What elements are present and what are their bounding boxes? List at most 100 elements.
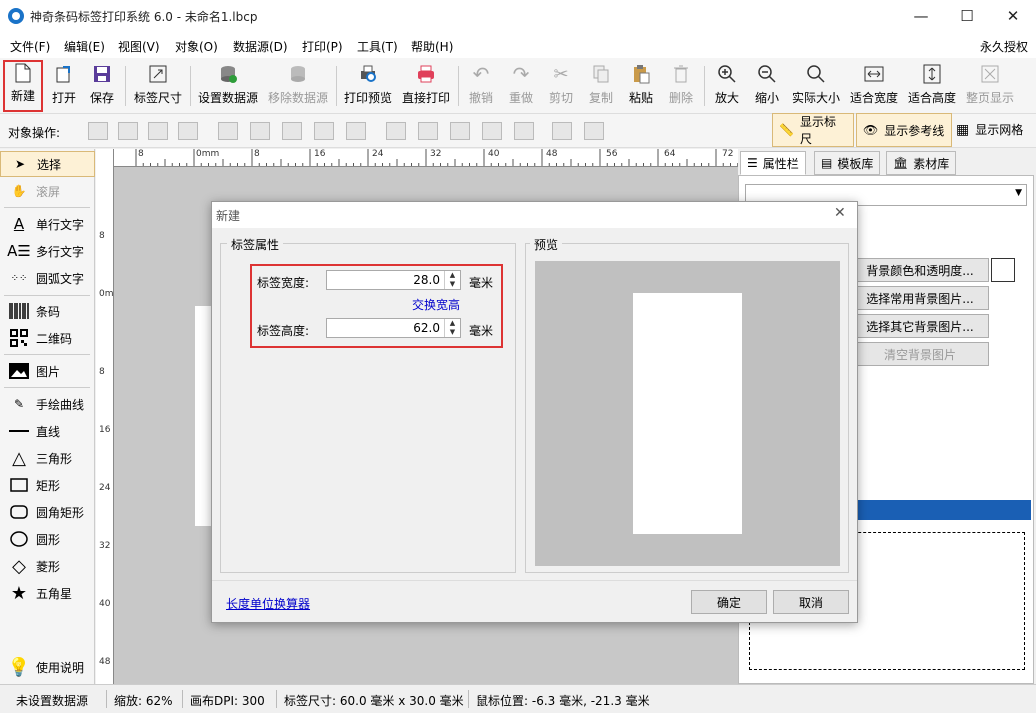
tab-assets[interactable]: 🏛 素材库 bbox=[886, 151, 957, 175]
ruler-left-label: 16 bbox=[99, 425, 111, 435]
group-icon[interactable] bbox=[552, 122, 572, 140]
barcode-icon bbox=[8, 301, 30, 321]
distribute-h-icon[interactable] bbox=[346, 122, 366, 140]
tool-line[interactable]: 直线 bbox=[0, 418, 95, 444]
redo-icon: ↷ bbox=[512, 62, 530, 86]
museum-icon: 🏛 bbox=[893, 156, 909, 170]
fit-width-button[interactable]: 适合宽度 bbox=[848, 60, 900, 112]
bg-color-swatch[interactable] bbox=[991, 258, 1015, 282]
list-icon: ☰ bbox=[747, 156, 758, 170]
same-height-icon[interactable] bbox=[482, 122, 502, 140]
tool-freehand[interactable]: ✎ 手绘曲线 bbox=[0, 391, 95, 417]
license-label: 永久授权 bbox=[980, 40, 1029, 54]
delete-button[interactable]: 删除 bbox=[664, 60, 698, 112]
distribute-v-icon[interactable] bbox=[514, 122, 534, 140]
paste-button[interactable]: 粘贴 bbox=[624, 60, 658, 112]
tool-scroll[interactable]: ✋ 滚屏 bbox=[0, 178, 95, 204]
menu-object[interactable]: 对象(O) bbox=[175, 38, 218, 55]
tab-templates[interactable]: ▤ 模板库 bbox=[814, 151, 881, 175]
menu-edit[interactable]: 编辑(E) bbox=[64, 38, 105, 55]
other-bg-image-button[interactable]: 选择其它背景图片... bbox=[851, 314, 989, 338]
help-button[interactable]: 💡 使用说明 bbox=[0, 654, 95, 680]
show-grid-toggle[interactable]: ▦ 显示网格 bbox=[956, 121, 1023, 138]
new-label: 新建 bbox=[10, 89, 35, 103]
show-guides-toggle[interactable]: 👁 显示参考线 bbox=[856, 113, 952, 147]
tool-qrcode[interactable]: 二维码 bbox=[0, 325, 95, 351]
menu-view[interactable]: 视图(V) bbox=[118, 38, 160, 55]
align-middle-icon[interactable] bbox=[418, 122, 438, 140]
width-input[interactable]: 28.0 ▲ ▼ bbox=[326, 270, 461, 290]
align-left-icon[interactable] bbox=[218, 122, 238, 140]
tool-round-rect[interactable]: 圆角矩形 bbox=[0, 499, 95, 525]
tool-triangle[interactable]: △ 三角形 bbox=[0, 445, 95, 471]
layer-bottom-icon[interactable] bbox=[178, 122, 198, 140]
tool-arc-text[interactable]: ⁘⁘ 圆弧文字 bbox=[0, 265, 95, 291]
height-spinner-icon[interactable]: ▲ ▼ bbox=[444, 319, 460, 337]
menu-tools[interactable]: 工具(T) bbox=[357, 38, 398, 55]
menu-file[interactable]: 文件(F) bbox=[10, 38, 50, 55]
dialog-close-icon[interactable]: ✕ bbox=[834, 205, 846, 221]
ruler-left-label: 8 bbox=[99, 367, 105, 377]
ok-button[interactable]: 确定 bbox=[691, 590, 767, 614]
paste-label: 粘贴 bbox=[628, 91, 653, 105]
actual-size-button[interactable]: 实际大小 bbox=[790, 60, 842, 112]
layer-up-icon[interactable] bbox=[118, 122, 138, 140]
clear-bg-image-button[interactable]: 清空背景图片 bbox=[851, 342, 989, 366]
same-width-icon[interactable] bbox=[314, 122, 334, 140]
show-ruler-toggle[interactable]: 📏 显示标尺 bbox=[772, 113, 854, 147]
object-ops-label: 对象操作: bbox=[8, 126, 61, 140]
fit-height-button[interactable]: 适合高度 bbox=[906, 60, 958, 112]
minimize-icon[interactable]: — bbox=[898, 0, 944, 32]
align-right-icon[interactable] bbox=[282, 122, 302, 140]
print-preview-button[interactable]: 打印预览 bbox=[342, 60, 394, 112]
cancel-button[interactable]: 取消 bbox=[773, 590, 849, 614]
tool-select[interactable]: ➤ 选择 bbox=[0, 151, 95, 177]
zoom-out-button[interactable]: 缩小 bbox=[750, 60, 784, 112]
unit-converter-link[interactable]: 长度单位换算器 bbox=[226, 595, 310, 612]
align-center-icon[interactable] bbox=[250, 122, 270, 140]
maximize-icon[interactable]: ☐ bbox=[944, 0, 990, 32]
circle-icon bbox=[8, 529, 30, 549]
remove-datasource-button[interactable]: 移除数据源 bbox=[266, 60, 330, 112]
dialog-title-bar: 新建 ✕ bbox=[212, 202, 857, 228]
tool-barcode[interactable]: 条码 bbox=[0, 298, 95, 324]
menu-print[interactable]: 打印(P) bbox=[302, 38, 343, 55]
close-icon[interactable]: ✕ bbox=[990, 0, 1036, 32]
cut-button[interactable]: ✂ 剪切 bbox=[544, 60, 578, 112]
tool-multi-text[interactable]: A☰ 多行文字 bbox=[0, 238, 95, 264]
status-label-size: 标签尺寸: 60.0 毫米 x 30.0 毫米 bbox=[284, 694, 464, 708]
tool-single-text[interactable]: A 单行文字 bbox=[0, 211, 95, 237]
tool-star[interactable]: ★ 五角星 bbox=[0, 580, 95, 606]
tool-image[interactable]: 图片 bbox=[0, 358, 95, 384]
new-button[interactable]: 新建 bbox=[3, 60, 43, 112]
align-bottom-icon[interactable] bbox=[450, 122, 470, 140]
delete-label: 删除 bbox=[668, 91, 693, 105]
menu-datasource[interactable]: 数据源(D) bbox=[233, 38, 288, 55]
layer-top-icon[interactable] bbox=[88, 122, 108, 140]
swap-dimensions-link[interactable]: 交换宽高 bbox=[412, 296, 460, 313]
tool-rectangle[interactable]: 矩形 bbox=[0, 472, 95, 498]
open-button[interactable]: 打开 bbox=[48, 60, 80, 112]
common-bg-image-button[interactable]: 选择常用背景图片... bbox=[851, 286, 989, 310]
copy-button[interactable]: 复制 bbox=[584, 60, 618, 112]
menu-help[interactable]: 帮助(H) bbox=[411, 38, 453, 55]
height-input[interactable]: 62.0 ▲ ▼ bbox=[326, 318, 461, 338]
new-file-icon bbox=[12, 62, 34, 83]
full-page-button[interactable]: 整页显示 bbox=[964, 60, 1016, 112]
tool-diamond[interactable]: ◇ 菱形 bbox=[0, 553, 95, 579]
layer-down-icon[interactable] bbox=[148, 122, 168, 140]
bg-color-button[interactable]: 背景颜色和透明度... bbox=[851, 258, 989, 282]
save-button[interactable]: 保存 bbox=[86, 60, 118, 112]
set-datasource-button[interactable]: 设置数据源 bbox=[196, 60, 260, 112]
tool-circle[interactable]: 圆形 bbox=[0, 526, 95, 552]
label-size-button[interactable]: 标签尺寸 bbox=[131, 60, 185, 112]
align-top-icon[interactable] bbox=[386, 122, 406, 140]
width-spinner-icon[interactable]: ▲ ▼ bbox=[444, 271, 460, 289]
tab-properties[interactable]: ☰ 属性栏 bbox=[740, 151, 806, 175]
height-value: 62.0 bbox=[413, 321, 440, 335]
undo-button[interactable]: ↶ 撤销 bbox=[464, 60, 498, 112]
direct-print-button[interactable]: 直接打印 bbox=[400, 60, 452, 112]
zoom-in-button[interactable]: 放大 bbox=[710, 60, 744, 112]
ungroup-icon[interactable] bbox=[584, 122, 604, 140]
redo-button[interactable]: ↷ 重做 bbox=[504, 60, 538, 112]
